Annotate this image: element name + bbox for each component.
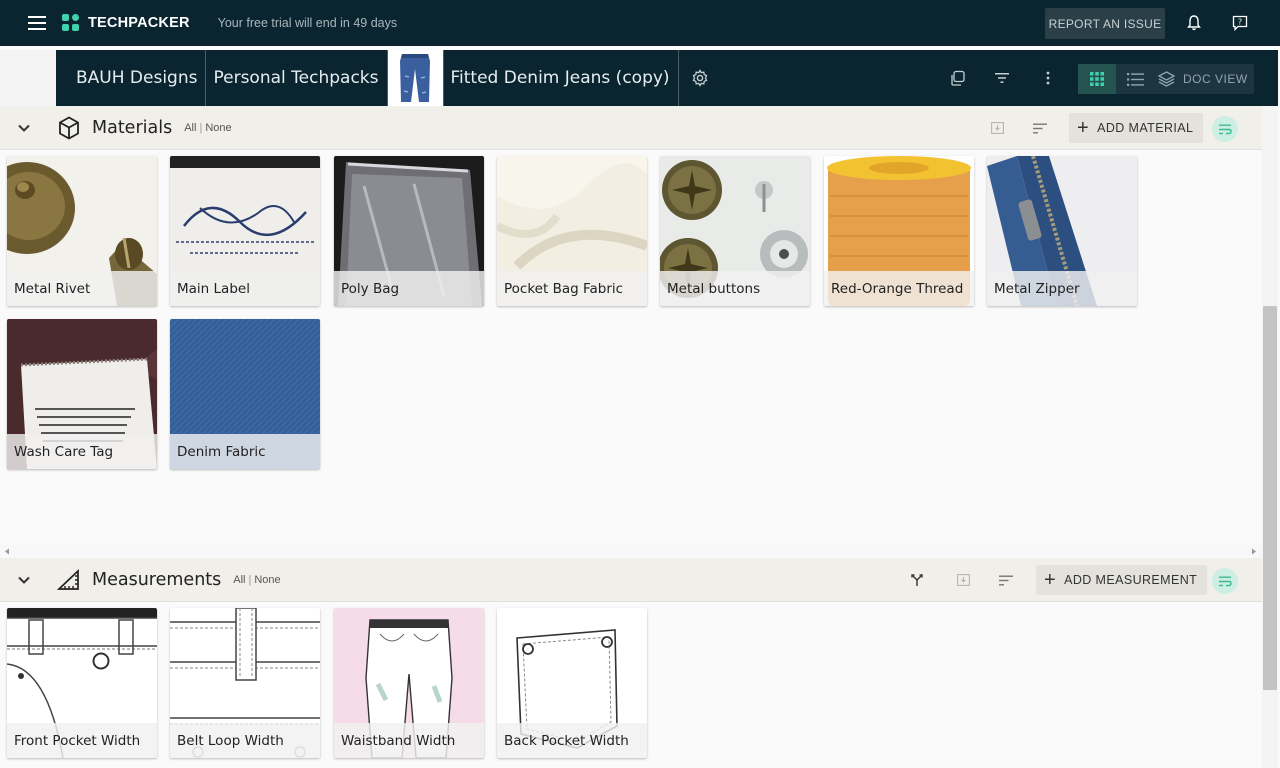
material-card[interactable]: Main Label <box>170 156 320 306</box>
breadcrumb-spacer <box>0 50 56 106</box>
collapse-materials-chevron-down-icon[interactable] <box>12 116 36 140</box>
scroll-right-arrow-icon[interactable] <box>1251 548 1257 555</box>
product-thumbnail[interactable] <box>387 50 444 106</box>
materials-title: Materials <box>92 117 173 138</box>
material-card[interactable]: Red-Orange Thread <box>824 156 974 306</box>
measurement-card[interactable]: Waistband Width <box>334 608 484 758</box>
measurement-card[interactable]: Belt Loop Width <box>170 608 320 758</box>
materials-download-icon[interactable] <box>985 116 1009 140</box>
add-measurement-label: ADD MEASUREMENT <box>1064 573 1198 587</box>
trial-notice: Your free trial will end in 49 days <box>217 16 398 30</box>
hamburger-menu-icon[interactable] <box>22 8 52 38</box>
material-card[interactable]: Metal Zipper <box>987 156 1137 306</box>
measurements-download-icon[interactable] <box>951 568 975 592</box>
measurement-card-label: Back Pocket Width <box>497 723 647 758</box>
material-card-label: Pocket Bag Fabric <box>497 271 647 306</box>
list-view-icon[interactable] <box>1116 64 1154 94</box>
materials-section-header: Materials All | None + ADD MATERIAL <box>0 106 1262 150</box>
measurements-title: Measurements <box>92 569 222 590</box>
materials-select-separator: | <box>199 121 203 134</box>
feedback-icon[interactable]: ? <box>1229 12 1251 34</box>
scroll-left-arrow-icon[interactable] <box>4 548 10 555</box>
layers-icon <box>1158 71 1175 87</box>
material-card-label: Poly Bag <box>334 271 484 306</box>
breadcrumb-item-bauh-designs[interactable]: BAUH Designs <box>56 50 207 106</box>
techpacker-logo[interactable]: TECHPACKER <box>62 14 190 32</box>
materials-select-none-link[interactable]: None <box>205 122 231 134</box>
doc-view-label: DOC VIEW <box>1183 72 1248 86</box>
material-card[interactable]: Wash Care Tag <box>7 319 157 469</box>
material-card[interactable]: Metal buttons <box>660 156 810 306</box>
logo-mark-icon <box>62 14 80 32</box>
material-card-label: Red-Orange Thread <box>824 271 974 306</box>
measurements-ruler-icon <box>56 567 82 593</box>
measurements-select-separator: | <box>248 573 252 586</box>
measurements-section-header: Measurements All | None + ADD MEASUREMENT <box>0 558 1262 602</box>
material-card[interactable]: Denim Fabric <box>170 319 320 469</box>
report-issue-button[interactable]: REPORT AN ISSUE <box>1045 8 1165 39</box>
add-material-button[interactable]: + ADD MATERIAL <box>1069 113 1204 143</box>
material-card-label: Metal Zipper <box>987 271 1137 306</box>
measurement-card-label: Front Pocket Width <box>7 723 157 758</box>
techpack-settings-gear-icon[interactable] <box>691 50 713 106</box>
material-card[interactable]: Poly Bag <box>334 156 484 306</box>
bell-icon[interactable] <box>1183 12 1205 34</box>
page-scrollbar-thumb[interactable] <box>1263 306 1277 690</box>
measurements-select-links: All | None <box>233 574 280 586</box>
material-card[interactable]: Metal Rivet <box>7 156 157 306</box>
duplicate-icon[interactable] <box>945 66 969 90</box>
top-app-bar: TECHPACKER Your free trial will end in 4… <box>0 0 1280 46</box>
measurement-card[interactable]: Front Pocket Width <box>7 608 157 758</box>
doc-view-button[interactable]: DOC VIEW <box>1154 64 1254 94</box>
material-card-label: Metal Rivet <box>7 271 157 306</box>
plus-icon: + <box>1044 569 1057 591</box>
plus-icon: + <box>1077 117 1090 139</box>
material-card-label: Metal buttons <box>660 271 810 306</box>
measurements-sort-icon[interactable] <box>994 568 1018 592</box>
materials-wrap-text-icon[interactable] <box>1212 116 1238 142</box>
breadcrumb: BAUH Designs Personal Techpacks Fitted D… <box>0 50 1278 106</box>
collapse-measurements-chevron-down-icon[interactable] <box>12 568 36 592</box>
materials-select-links: All | None <box>184 122 231 134</box>
svg-text:?: ? <box>1238 18 1242 27</box>
materials-sort-icon[interactable] <box>1028 116 1052 140</box>
measurement-card-label: Belt Loop Width <box>170 723 320 758</box>
measurements-merge-icon[interactable] <box>905 568 929 592</box>
materials-cube-icon <box>56 115 82 141</box>
materials-select-all-link[interactable]: All <box>184 122 196 134</box>
material-card-label: Denim Fabric <box>170 434 320 469</box>
material-card-label: Wash Care Tag <box>7 434 157 469</box>
material-card-label: Main Label <box>170 271 320 306</box>
add-material-label: ADD MATERIAL <box>1097 121 1194 135</box>
filter-icon[interactable] <box>990 66 1014 90</box>
view-switcher: DOC VIEW <box>1078 64 1254 94</box>
brand-name: TECHPACKER <box>88 15 190 31</box>
measurements-wrap-text-icon[interactable] <box>1212 568 1238 594</box>
grid-view-icon[interactable] <box>1078 64 1116 94</box>
measurement-card-label: Waistband Width <box>334 723 484 758</box>
breadcrumb-item-personal-techpacks[interactable]: Personal Techpacks <box>206 50 388 106</box>
more-options-icon[interactable] <box>1036 66 1060 90</box>
materials-horizontal-scrollbar[interactable] <box>0 545 1262 557</box>
add-measurement-button[interactable]: + ADD MEASUREMENT <box>1036 565 1208 595</box>
measurements-select-none-link[interactable]: None <box>254 574 280 586</box>
measurement-card[interactable]: Back Pocket Width <box>497 608 647 758</box>
measurements-select-all-link[interactable]: All <box>233 574 245 586</box>
breadcrumb-item-current-techpack[interactable]: Fitted Denim Jeans (copy) <box>444 50 679 106</box>
material-card[interactable]: Pocket Bag Fabric <box>497 156 647 306</box>
